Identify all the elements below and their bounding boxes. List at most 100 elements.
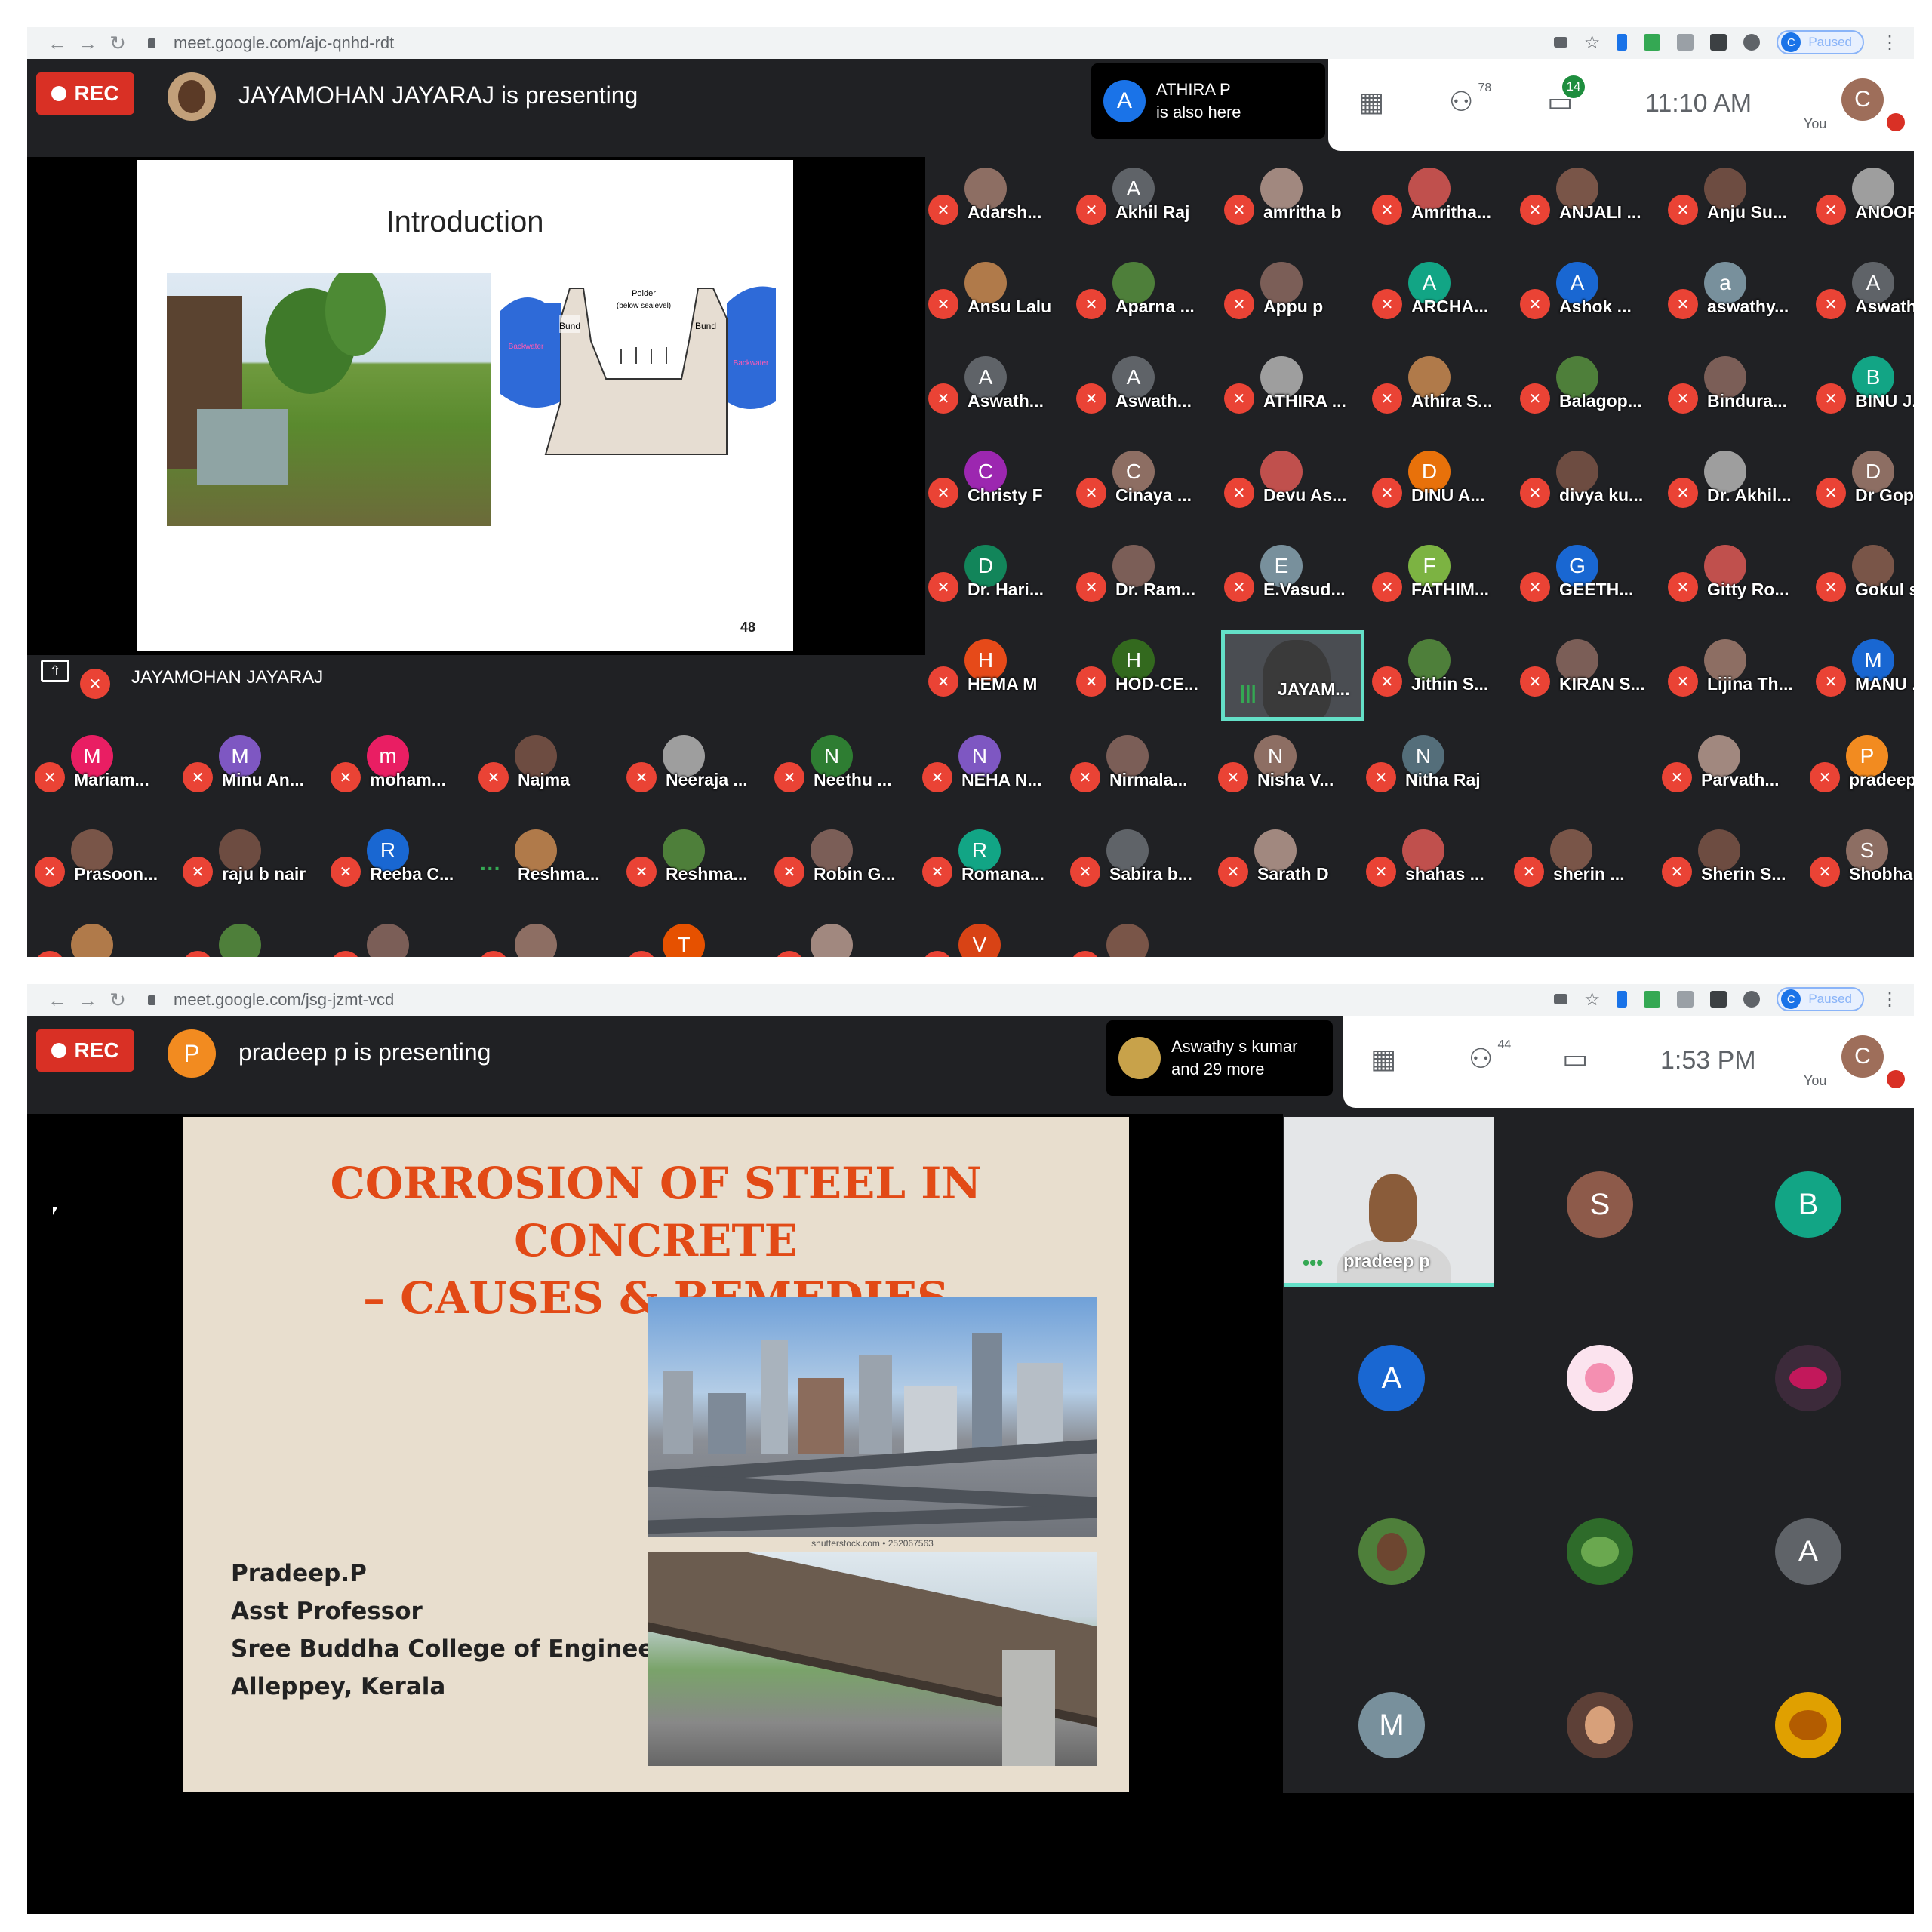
- participant-tile[interactable]: ✕ amritha b: [1221, 162, 1364, 252]
- camera-icon[interactable]: [1553, 37, 1567, 48]
- also-here-chip[interactable]: Aswathy s kumar and 29 more: [1106, 1020, 1333, 1096]
- sheets-icon[interactable]: [1644, 991, 1661, 1008]
- participant-tile[interactable]: ✕ H HOD-CE...: [1073, 633, 1217, 724]
- participant-tile[interactable]: ✕Sruthy S: [328, 918, 471, 957]
- participant-tile[interactable]: ✕ Lijina Th...: [1665, 633, 1808, 724]
- participant-tile[interactable]: ✕ ANOOP ...: [1813, 162, 1914, 252]
- participant-tile[interactable]: ✕AAswath...: [1073, 350, 1217, 441]
- participant-tile[interactable]: ✕ R Romana...: [919, 823, 1063, 914]
- participant-avatar-photo[interactable]: [1775, 1345, 1841, 1411]
- participant-tile[interactable]: ✕ N Nitha Raj: [1363, 729, 1506, 820]
- grid-layout-icon[interactable]: ▦: [1371, 1043, 1396, 1075]
- active-speaker-tile[interactable]: ||| JAYAM...: [1221, 630, 1364, 721]
- participant-tile[interactable]: ✕ KIRAN S...: [1517, 633, 1660, 724]
- participant-avatar[interactable]: A: [1775, 1518, 1841, 1585]
- participant-avatar-photo[interactable]: [1775, 1692, 1841, 1758]
- participant-tile[interactable]: ✕ E E.Vasud...: [1221, 539, 1364, 629]
- participant-tile[interactable]: ✕ Dr. Ram...: [1073, 539, 1217, 629]
- participant-tile[interactable]: ✕ a aswathy...: [1665, 256, 1808, 346]
- participant-tile[interactable]: ✕ m moham...: [328, 729, 471, 820]
- participant-tile[interactable]: ✕ Gokul s ...: [1813, 539, 1914, 629]
- you-avatar[interactable]: C: [1841, 1035, 1884, 1078]
- reload-icon[interactable]: ↻: [103, 989, 133, 1012]
- participant-tile[interactable]: ✕ Ansu Lalu: [925, 256, 1069, 346]
- participant-tile[interactable]: ✕ Sherin S...: [1659, 823, 1802, 914]
- window-icon[interactable]: [1677, 34, 1694, 51]
- participant-avatar[interactable]: A: [1358, 1345, 1425, 1411]
- participant-tile[interactable]: ✕ Devu As...: [1221, 445, 1364, 535]
- pinned-speaker-tile[interactable]: ••• pradeep p: [1284, 1117, 1494, 1287]
- participant-tile[interactable]: ··· Reshma...: [475, 823, 619, 914]
- participant-tile[interactable]: ✕AAswath...: [1813, 256, 1914, 346]
- participant-tile[interactable]: ✕ ANJALI ...: [1517, 162, 1660, 252]
- participant-tile[interactable]: ✕ Sarath D: [1215, 823, 1358, 914]
- also-here-chip[interactable]: A ATHIRA P is also here: [1091, 63, 1325, 139]
- participant-tile[interactable]: ✕ Amritha...: [1369, 162, 1512, 252]
- profile-paused-pill[interactable]: C Paused: [1777, 987, 1864, 1011]
- participant-tile[interactable]: ✕ D DINU A...: [1369, 445, 1512, 535]
- participant-tile[interactable]: ✕ G GEETH...: [1517, 539, 1660, 629]
- participant-tile[interactable]: ✕ Sabira b...: [1067, 823, 1211, 914]
- participant-tile[interactable]: ✕DDr Gop...: [1813, 445, 1914, 535]
- chat-icon[interactable]: ▭ 14: [1547, 75, 1586, 118]
- address-bar[interactable]: meet.google.com/jsg-jzmt-vcd: [148, 990, 394, 1010]
- participant-tile[interactable]: ✕MMANU ...: [1813, 633, 1914, 724]
- star-icon[interactable]: ☆: [1584, 32, 1601, 54]
- participant-tile[interactable]: ✕AAswath...: [925, 350, 1069, 441]
- participant-tile[interactable]: ✕ sherin ...: [1511, 823, 1654, 914]
- participant-tile[interactable]: ✕ Najma: [475, 729, 619, 820]
- participant-tile[interactable]: ✕Siva Ku...: [32, 918, 175, 957]
- participant-tile[interactable]: ✕ ATHIRA ...: [1221, 350, 1364, 441]
- participant-tile[interactable]: ✕ H HEMA M: [925, 633, 1069, 724]
- participant-tile[interactable]: ✕ N Nisha V...: [1215, 729, 1358, 820]
- puzzle-icon[interactable]: [1743, 34, 1761, 51]
- participant-tile[interactable]: ✕ Bindura...: [1665, 350, 1808, 441]
- you-avatar[interactable]: C: [1841, 78, 1884, 121]
- people-icon[interactable]: ⚇ 78: [1449, 82, 1491, 118]
- participant-tile[interactable]: ✕ Neeraja ...: [623, 729, 767, 820]
- participant-tile[interactable]: ✕ Reshma...: [623, 823, 767, 914]
- grid-extension-icon[interactable]: [1710, 991, 1727, 1008]
- participant-tile[interactable]: ✕ divya ku...: [1517, 445, 1660, 535]
- participant-tile[interactable]: ✕ Dr. Akhil...: [1665, 445, 1808, 535]
- participant-tile[interactable]: ✕ Parvath...: [1659, 729, 1802, 820]
- chat-icon[interactable]: ▭: [1562, 1043, 1588, 1075]
- participant-tile[interactable]: ✕ M Mariam...: [32, 729, 175, 820]
- participant-tile[interactable]: ✕SShobha ...: [1807, 823, 1914, 914]
- grid-extension-icon[interactable]: [1710, 34, 1727, 51]
- puzzle-icon[interactable]: [1743, 991, 1761, 1008]
- participant-tile[interactable]: ✕ Athira S...: [1369, 350, 1512, 441]
- extension-icon[interactable]: [1617, 34, 1628, 51]
- participant-tile[interactable]: ✕VIDHYA ...: [771, 918, 915, 957]
- participant-avatar-photo[interactable]: [1358, 1518, 1425, 1585]
- participant-tile[interactable]: ✕ R Reeba C...: [328, 823, 471, 914]
- participant-tile[interactable]: ✕ shahas ...: [1363, 823, 1506, 914]
- participant-tile[interactable]: ✕TTisny D B: [623, 918, 767, 957]
- participant-avatar-photo[interactable]: [1567, 1518, 1633, 1585]
- participant-tile[interactable]: ✕Vvrinda k: [919, 918, 1063, 957]
- participant-tile[interactable]: ✕Vyshak ...: [1067, 918, 1211, 957]
- participant-tile[interactable]: ✕ N Neethu ...: [771, 729, 915, 820]
- reload-icon[interactable]: ↻: [103, 32, 133, 55]
- back-arrow-icon[interactable]: ←: [42, 989, 72, 1012]
- participant-tile[interactable]: ✕ raju b nair: [180, 823, 323, 914]
- participant-tile[interactable]: ✕ Balagop...: [1517, 350, 1660, 441]
- grid-layout-icon[interactable]: ▦: [1358, 86, 1384, 118]
- participant-tile[interactable]: ✕ F FATHIM...: [1369, 539, 1512, 629]
- more-vert-icon[interactable]: ⋮: [1881, 32, 1899, 54]
- profile-paused-pill[interactable]: C Paused: [1777, 30, 1864, 54]
- people-icon[interactable]: ⚇ 44: [1469, 1038, 1511, 1075]
- back-arrow-icon[interactable]: ←: [42, 32, 72, 55]
- participant-tile[interactable]: ✕ A Ashok ...: [1517, 256, 1660, 346]
- participant-tile[interactable]: ✕BBINU J...: [1813, 350, 1914, 441]
- participant-avatar[interactable]: S: [1567, 1171, 1633, 1238]
- participant-tile[interactable]: ✕ N NEHA N...: [919, 729, 1063, 820]
- participant-tile[interactable]: ✕ C Cinaya ...: [1073, 445, 1217, 535]
- participant-tile[interactable]: ✕ A ARCHA...: [1369, 256, 1512, 346]
- forward-arrow-icon[interactable]: →: [72, 989, 103, 1012]
- participant-avatar[interactable]: M: [1358, 1692, 1425, 1758]
- participant-tile[interactable]: ✕Sreelek...: [180, 918, 323, 957]
- participant-tile[interactable]: ✕ Adarsh...: [925, 162, 1069, 252]
- participant-tile[interactable]: ✕ Jithin S...: [1369, 633, 1512, 724]
- participant-tile[interactable]: ✕ D Dr. Hari...: [925, 539, 1069, 629]
